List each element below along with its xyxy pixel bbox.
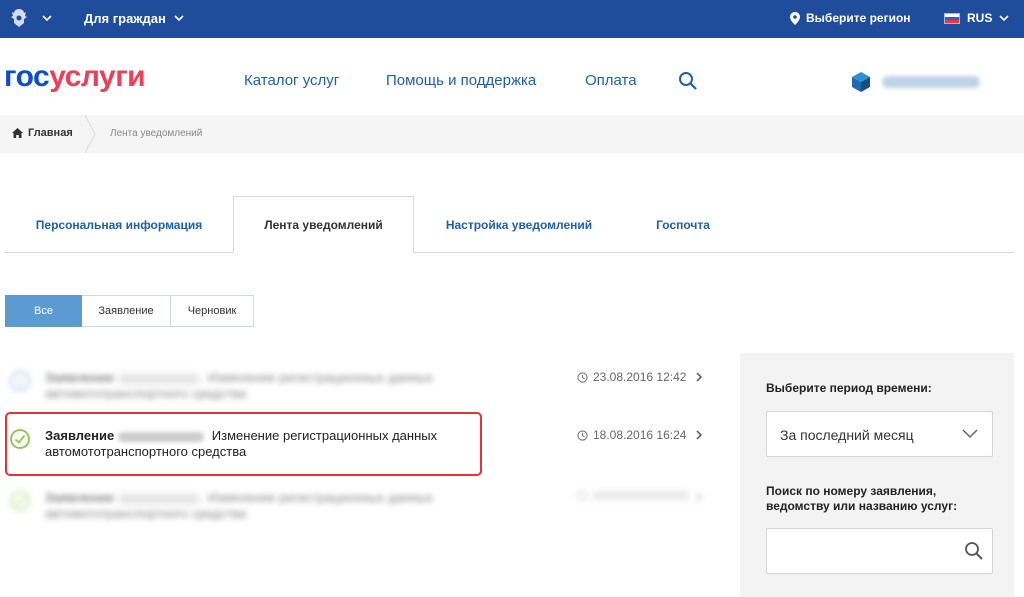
breadcrumb-separator (84, 115, 96, 153)
chevron-down-icon[interactable] (174, 13, 184, 23)
breadcrumb-current: Лента уведомлений (110, 128, 203, 139)
location-pin-icon (790, 11, 800, 25)
search-input[interactable] (766, 528, 993, 574)
notification-text: Заявление Изменение регистрационных данн… (45, 370, 434, 401)
filter-side-panel: Выберите период времени: За последний ме… (740, 353, 1014, 597)
clock-icon (577, 371, 588, 383)
language-selector[interactable]: RUS (944, 11, 1009, 25)
language-label: RUS (967, 11, 993, 25)
filter-draft-button[interactable]: Черновик (171, 295, 254, 327)
user-cube-icon (852, 72, 870, 92)
clock-icon (577, 429, 588, 441)
chevron-right-icon[interactable] (695, 429, 703, 441)
check-circle-icon (10, 429, 30, 449)
chevron-down-icon[interactable] (42, 13, 52, 23)
user-name-redacted (882, 76, 980, 88)
search-icon[interactable] (678, 71, 698, 91)
header: госуслуги Каталог услуг Помощь и поддерж… (0, 38, 1024, 115)
nav-help[interactable]: Помощь и поддержка (386, 72, 536, 89)
notification-item[interactable]: Заявление Изменение регистрационных данн… (5, 480, 715, 536)
filter-application-button[interactable]: Заявление (82, 295, 171, 327)
notification-time: 23.08.2016 12:42 (577, 370, 686, 384)
tab-gospochta[interactable]: Госпочта (624, 196, 742, 253)
notification-text: Заявление Изменение регистрационных данн… (45, 428, 438, 459)
notification-time (577, 490, 689, 501)
period-label: Выберите период времени: (766, 381, 932, 395)
tab-notifications-feed[interactable]: Лента уведомлений (233, 196, 414, 253)
notification-item[interactable]: Заявление Изменение регистрационных данн… (5, 418, 715, 474)
info-icon (10, 371, 30, 391)
clock-icon (577, 490, 588, 501)
filter-all-button[interactable]: Все (5, 295, 82, 327)
notification-text: Заявление Изменение регистрационных данн… (45, 490, 434, 521)
region-label: Выберите регион (806, 11, 911, 25)
tab-notification-settings[interactable]: Настройка уведомлений (414, 196, 624, 253)
notification-time: 18.08.2016 16:24 (577, 428, 686, 442)
russia-flag-icon (944, 12, 960, 24)
for-citizens-menu[interactable]: Для граждан (84, 11, 166, 26)
breadcrumb: Главная Лента уведомлений (0, 115, 1024, 153)
breadcrumb-home[interactable]: Главная (12, 127, 73, 139)
region-selector[interactable]: Выберите регион (790, 11, 911, 25)
emblem-icon[interactable] (8, 7, 30, 29)
chevron-down-icon (962, 429, 978, 439)
period-select[interactable]: За последний месяц (766, 411, 993, 457)
chevron-down-icon (999, 15, 1009, 22)
user-menu[interactable] (850, 71, 980, 93)
nav-payment[interactable]: Оплата (585, 72, 637, 89)
nav-catalog[interactable]: Каталог услуг (244, 72, 339, 89)
top-bar: Для граждан Выберите регион RUS (0, 0, 1024, 38)
chevron-right-icon[interactable] (695, 371, 703, 383)
check-circle-icon (10, 491, 30, 511)
gosuslugi-logo[interactable]: госуслуги (4, 60, 146, 94)
filter-buttons: Все Заявление Черновик (5, 295, 254, 327)
home-icon (12, 128, 23, 138)
search-label: Поиск по номеру заявления, ведомству или… (766, 484, 958, 513)
search-icon[interactable] (964, 541, 984, 561)
tab-personal-info[interactable]: Персональная информация (4, 196, 234, 253)
profile-tabs: Персональная информация Лента уведомлени… (4, 196, 1014, 253)
chevron-right-icon[interactable] (695, 491, 703, 503)
notification-item[interactable]: Заявление Изменение регистрационных данн… (5, 360, 715, 416)
